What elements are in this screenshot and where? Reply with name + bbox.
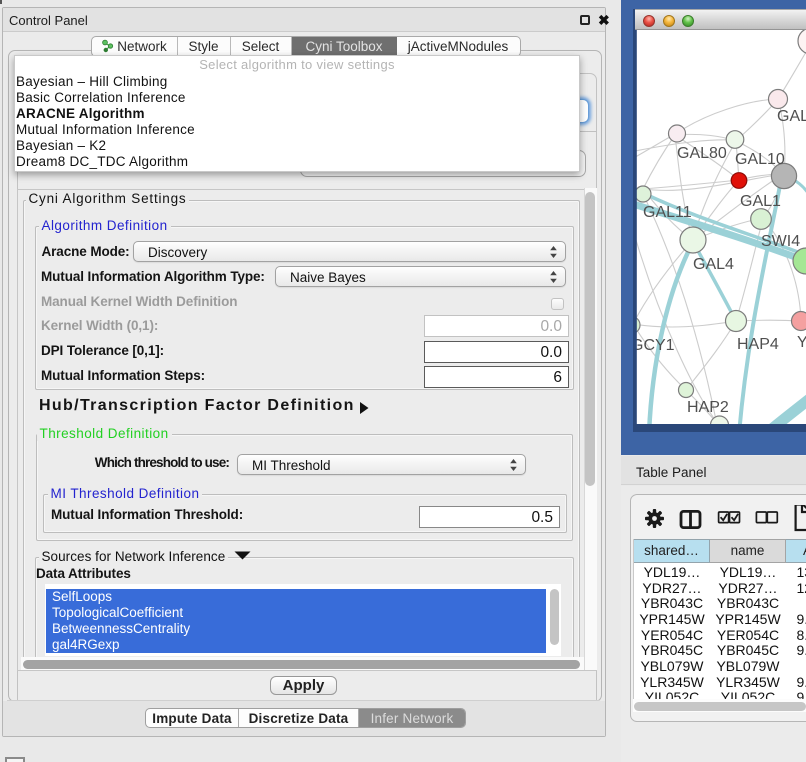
svg-text:GAL11: GAL11 bbox=[643, 204, 692, 221]
svg-text:SWI4: SWI4 bbox=[761, 233, 800, 250]
svg-text:GAL4: GAL4 bbox=[693, 256, 734, 273]
svg-text:GAL1: GAL1 bbox=[740, 193, 781, 210]
svg-text:Y: Y bbox=[797, 334, 806, 351]
svg-text:GAL10: GAL10 bbox=[735, 151, 785, 168]
svg-text:GAL2: GAL2 bbox=[777, 108, 806, 125]
svg-text:HAP2: HAP2 bbox=[687, 399, 729, 416]
svg-text:GAL80: GAL80 bbox=[677, 145, 727, 162]
svg-text:HAP4: HAP4 bbox=[737, 336, 779, 353]
svg-text:GCY1: GCY1 bbox=[633, 337, 675, 354]
